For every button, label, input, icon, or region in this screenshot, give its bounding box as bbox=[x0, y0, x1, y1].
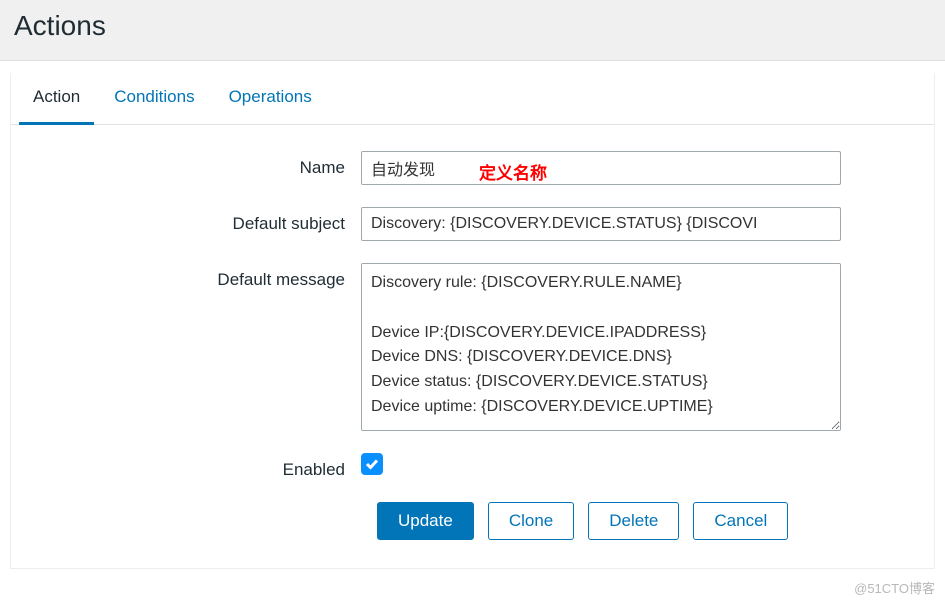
check-icon bbox=[365, 458, 379, 470]
enabled-checkbox[interactable] bbox=[361, 453, 383, 475]
enabled-label: Enabled bbox=[31, 453, 361, 480]
delete-button[interactable]: Delete bbox=[588, 502, 679, 540]
page-title: Actions bbox=[14, 10, 931, 42]
message-label: Default message bbox=[31, 263, 361, 290]
row-subject: Default subject bbox=[31, 207, 914, 241]
clone-button[interactable]: Clone bbox=[488, 502, 574, 540]
name-input[interactable] bbox=[361, 151, 841, 185]
button-row: Update Clone Delete Cancel bbox=[31, 502, 914, 540]
tab-conditions[interactable]: Conditions bbox=[100, 73, 208, 125]
subject-input[interactable] bbox=[361, 207, 841, 241]
watermark-text: @51CTO博客 bbox=[854, 578, 935, 597]
page-header: Actions bbox=[0, 0, 945, 61]
cancel-button[interactable]: Cancel bbox=[693, 502, 788, 540]
form: Name 定义名称 Default subject Default messag… bbox=[11, 125, 934, 568]
update-button[interactable]: Update bbox=[377, 502, 474, 540]
row-message: Default message bbox=[31, 263, 914, 431]
subject-label: Default subject bbox=[31, 207, 361, 234]
tab-action[interactable]: Action bbox=[19, 73, 94, 125]
tab-operations[interactable]: Operations bbox=[215, 73, 326, 125]
content-panel: Action Conditions Operations Name 定义名称 D… bbox=[10, 73, 935, 569]
row-enabled: Enabled bbox=[31, 453, 914, 480]
message-textarea[interactable] bbox=[361, 263, 841, 431]
name-label: Name bbox=[31, 151, 361, 178]
tab-strip: Action Conditions Operations bbox=[11, 73, 934, 125]
name-input-wrap: 定义名称 bbox=[361, 151, 841, 185]
row-name: Name 定义名称 bbox=[31, 151, 914, 185]
